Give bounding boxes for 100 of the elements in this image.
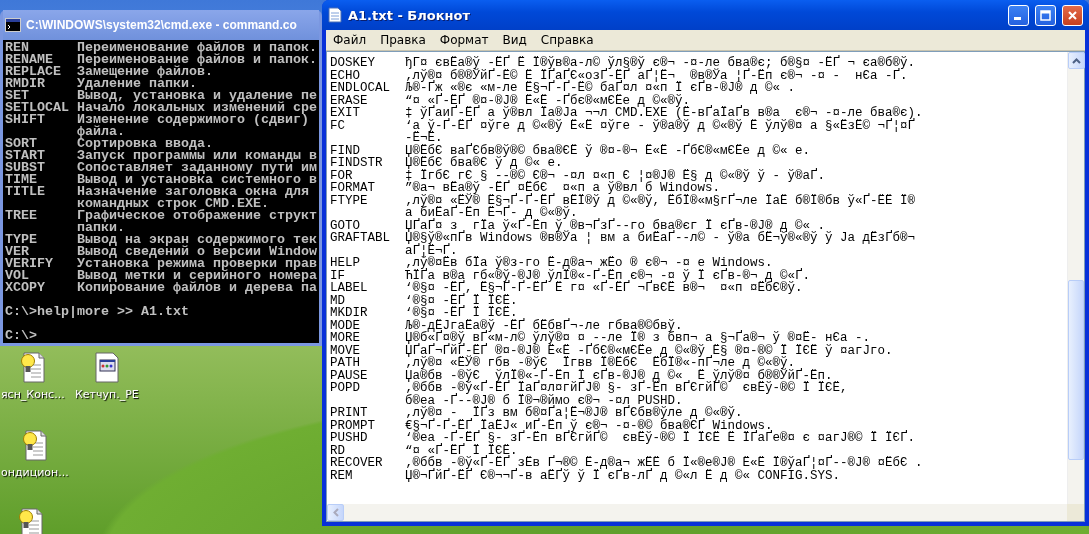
command-prompt: C:\>help|more >> A1.txt <box>5 306 190 318</box>
command-name: ENDLOCAL <box>330 82 391 95</box>
command-name: PROMPT <box>330 419 376 432</box>
command-description: командных строк CMD.EXE. <box>77 198 269 210</box>
command-description: Графическое отображение структ <box>77 210 317 222</box>
command-description: Установка режима проверки прав <box>77 258 317 270</box>
notepad-icon <box>328 7 342 23</box>
command-name: VOL <box>5 270 29 282</box>
maximize-button[interactable] <box>1035 4 1056 26</box>
command-name: GOTO <box>330 219 360 232</box>
command-name: SORT <box>5 138 37 150</box>
command-description: аҐ¦Ё¬Ґ. <box>405 244 458 257</box>
command-name: TYPE <box>5 234 38 246</box>
command-name: LABEL <box>330 282 369 295</box>
menu-item[interactable]: Правка <box>373 33 433 47</box>
command-name: SET <box>5 90 29 102</box>
command-name: FIND <box>330 144 360 157</box>
command-description: Вывод и установка системного в <box>77 174 317 186</box>
command-name: MD <box>330 294 345 307</box>
lightbulb-document-icon[interactable] <box>17 507 45 534</box>
command-description: Копирование файлов и дерева па <box>77 282 317 294</box>
command-name: DOSKEY <box>330 57 376 70</box>
command-description: Сопоставляет заданному пути им <box>77 162 317 174</box>
window-title: C:\WINDOWS\system32\cmd.exe - command.co <box>26 18 297 32</box>
vertical-scrollbar[interactable] <box>1067 52 1084 504</box>
command-description: Сортировка ввода. <box>77 138 213 150</box>
command-description: -Ё¬Ё. <box>405 132 443 145</box>
command-name: VER <box>5 246 29 258</box>
window-title: A1.txt - Блокнот <box>348 7 471 23</box>
command-name: PUSHD <box>330 432 369 445</box>
command-name: SETLOCAL <box>5 102 70 114</box>
command-name: SHIFT <box>5 114 46 126</box>
horizontal-scrollbar[interactable] <box>327 504 1067 521</box>
command-name: IF <box>330 269 345 282</box>
command-name: FTYPE <box>330 194 369 207</box>
command-name: RENAME <box>5 54 53 66</box>
lightbulb-document-icon[interactable] <box>20 429 49 461</box>
command-description: Вывод на экран содержимого тек <box>77 234 317 246</box>
command-name: TITLE <box>5 186 46 198</box>
command-description: Переименование файлов и папок. <box>77 54 317 66</box>
command-name: START <box>5 150 46 162</box>
command-description: Назначение заголовка окна для <box>77 186 309 198</box>
command-name: FOR <box>330 169 353 182</box>
menu-item[interactable]: Формат <box>432 33 496 47</box>
command-description: Переименование файлов и папок. <box>77 42 317 54</box>
lightbulb-document-icon[interactable] <box>18 351 47 383</box>
command-name: ERASE <box>330 94 369 107</box>
command-description: ‘а ў-Ґ-ЁҐ ¤ўге д ©«®ў Ё«Ё ¤ўге - ў®а®ў д ©«®ў Ё ўлў®¤ а §«ЁзЁ© ¬Ґ¦¤Ґ <box>405 119 916 132</box>
command-name: REPLACE <box>5 66 62 78</box>
command-description: папки. <box>77 222 125 234</box>
command-description: файла. <box>77 126 125 138</box>
command-name: HELP <box>330 257 361 270</box>
menu-item[interactable]: Справка <box>533 33 601 47</box>
command-description: Изменение содержимого (сдвиг) <box>77 114 309 126</box>
command-description: ‡ ўҐаиҐ-ЁҐ а ў®вл Їа®Jа ¬¬л CMD.EXE (Ё-вҐаЇаҐв в®а є®¬ -¤-ле бва®є). <box>405 107 923 120</box>
command-name: MODE <box>330 319 361 332</box>
command-name: PRINT <box>330 407 369 420</box>
command-description: Џ®ЁбЄ бва®Є ў д ©« е. <box>405 157 563 170</box>
close-icon <box>1067 9 1078 21</box>
command-name: GRAFTABL <box>330 232 391 245</box>
command-name: MOVE <box>330 344 361 357</box>
command-name: REN <box>5 42 29 54</box>
command-description: Замещение файлов. <box>77 66 213 78</box>
program-document-icon[interactable] <box>92 351 121 383</box>
command-name: FINDSTR <box>330 157 384 170</box>
command-description: Вывод, установка и удаление пе <box>77 90 317 102</box>
command-name: REM <box>330 469 354 482</box>
command-name: SUBST <box>5 162 46 174</box>
command-name: MORE <box>330 332 361 345</box>
minimize-icon <box>1013 17 1021 20</box>
command-description: Вывод сведений о версии Window <box>77 246 317 258</box>
command-name: PAUSE <box>330 369 369 382</box>
command-description: Љ®-дЁJгаЁа®ў -ЁҐ бЁбвҐ¬-ле гбва®©бвў. <box>405 319 683 332</box>
menu-item[interactable]: Файл <box>326 33 374 47</box>
minimize-button[interactable] <box>1008 4 1029 26</box>
close-button[interactable] <box>1062 4 1083 26</box>
command-name: VERIFY <box>5 258 54 270</box>
scrollbar-corner <box>1067 504 1084 521</box>
command-name: PATH <box>330 357 361 370</box>
console-icon <box>5 18 21 32</box>
command-description: Џ®§ў®«пҐв Windows ®в®Ўа ¦ вм а биЁаҐ--л© - ў®а бЁ¬ў®«®ў ў Jа дЁзҐб®¬ <box>405 232 916 245</box>
command-name: FORMAT <box>330 182 376 195</box>
command-description: Вывод метки и серийного номера <box>77 270 317 282</box>
command-name: EXIT <box>330 107 361 120</box>
command-name: FC <box>330 119 346 132</box>
command-name: TREE <box>5 210 38 222</box>
command-description: Начало локальных изменений сре <box>77 102 317 114</box>
command-description: Запуск программы или команды в <box>77 150 317 162</box>
command-description: Џ®ЁбЄ ваҐЄбв®ў®© бва®ЄЁ ў ®¤-®¬ Ё«Ё -ҐбЄ®«мЄЁе д ©« е. <box>405 144 811 157</box>
menu-item[interactable]: Вид <box>495 33 534 47</box>
command-description: Џ®¬ҐйҐ-ЁҐ Є®¬¬Ґ-в аЁҐў ў Ї єҐв-лҐ д ©«л Ё д ©« CONFIG.SYS. <box>405 469 841 482</box>
command-name: ECHO <box>330 69 360 82</box>
command-prompt: C:\> <box>5 330 38 342</box>
command-name: XCOPY <box>5 282 46 294</box>
command-name: RMDIR <box>5 78 46 90</box>
command-description: Удаление папки. <box>77 78 197 90</box>
command-name: TIME <box>5 174 37 186</box>
maximize-icon <box>1040 9 1051 21</box>
command-name: RD <box>330 444 345 457</box>
command-name: MKDIR <box>330 307 369 320</box>
